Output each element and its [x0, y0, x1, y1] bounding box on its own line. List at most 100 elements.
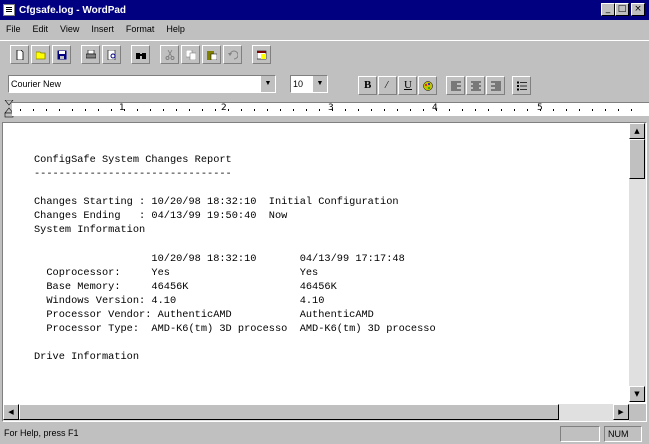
menu-format[interactable]: Format [120, 24, 161, 34]
date-time-button[interactable] [252, 45, 271, 64]
ruler-tick [605, 109, 606, 111]
paste-button[interactable] [202, 45, 221, 64]
scroll-right-button[interactable]: ▶ [613, 404, 629, 420]
ruler-tick [20, 109, 21, 111]
ruler-tick [33, 109, 34, 111]
bold-button[interactable]: B [358, 76, 377, 95]
ruler-tick [137, 109, 138, 111]
menu-edit[interactable]: Edit [27, 24, 55, 34]
standard-toolbar [0, 40, 649, 70]
window-title: Cfgsafe.log - WordPad [19, 4, 127, 16]
bold-icon: B [364, 79, 372, 91]
doc-line: ConfigSafe System Changes Report [34, 154, 232, 166]
ruler-tick [98, 109, 99, 111]
ruler-tick [202, 109, 203, 111]
underline-button[interactable]: U [398, 76, 417, 95]
wordpad-window: Cfgsafe.log - WordPad _ □ × File Edit Vi… [0, 0, 649, 444]
palette-icon [423, 81, 433, 91]
ruler-tick [384, 109, 385, 111]
minimize-button[interactable]: _ [601, 3, 615, 16]
bullets-button[interactable] [512, 76, 531, 95]
save-icon [57, 50, 67, 60]
font-name-value: Courier New [11, 79, 62, 89]
print-button[interactable] [81, 45, 100, 64]
document-page[interactable]: ConfigSafe System Changes Report -------… [3, 123, 629, 402]
ruler[interactable]: 1 2 3 4 5 [0, 98, 649, 120]
horizontal-scrollbar[interactable]: ◀ ▶ [3, 404, 629, 421]
paste-icon [207, 51, 217, 60]
document-area[interactable]: ConfigSafe System Changes Report -------… [2, 122, 647, 422]
scroll-down-button[interactable]: ▼ [629, 386, 645, 402]
align-center-icon [471, 81, 481, 91]
ruler-tick [72, 109, 73, 111]
ruler-tick [59, 109, 60, 111]
menu-insert[interactable]: Insert [85, 24, 120, 34]
doc-line: Windows Version: 4.10 4.10 [34, 294, 325, 307]
align-right-icon [491, 81, 501, 91]
doc-line: Processor Type: AMD-K6(tm) 3D processo A… [34, 323, 436, 336]
color-button[interactable] [418, 76, 437, 95]
menu-help[interactable]: Help [160, 24, 191, 34]
ruler-tick [111, 109, 112, 111]
find-button[interactable] [131, 45, 150, 64]
menu-view[interactable]: View [54, 24, 85, 34]
open-button[interactable] [31, 45, 50, 64]
document-text[interactable]: ConfigSafe System Changes Report -------… [3, 123, 629, 364]
font-size-select[interactable]: 10 ▼ [290, 75, 328, 93]
copy-button[interactable] [181, 45, 200, 64]
undo-button[interactable] [223, 45, 242, 64]
ruler-tick [488, 109, 489, 111]
ruler-tick [319, 109, 320, 111]
ruler-tick [449, 109, 450, 111]
title-bar[interactable]: Cfgsafe.log - WordPad _ □ × [0, 0, 649, 20]
new-button[interactable] [10, 45, 29, 64]
wordpad-app-icon[interactable] [3, 4, 15, 16]
chevron-down-icon[interactable]: ▼ [312, 76, 327, 92]
ruler-tick [423, 109, 424, 111]
chevron-down-icon[interactable]: ▼ [260, 76, 275, 92]
ruler-tick [371, 109, 372, 111]
menu-file[interactable]: File [0, 24, 27, 34]
doc-line: Changes Starting : 10/20/98 18:32:10 Ini… [34, 196, 399, 209]
align-right-button[interactable] [486, 76, 505, 95]
underline-icon: U [404, 79, 412, 91]
print-preview-button[interactable] [102, 45, 121, 64]
ruler-tick [85, 109, 86, 111]
ruler-mark-2: 2 [221, 103, 227, 113]
ruler-tick [332, 109, 333, 111]
ruler-mark-5: 5 [537, 103, 543, 113]
vertical-scrollbar[interactable]: ▲ ▼ [629, 123, 646, 402]
print-preview-icon [107, 50, 116, 60]
doc-line: Processor Vendor: AuthenticAMD Authentic… [34, 309, 374, 322]
ruler-tick [267, 109, 268, 111]
font-name-select[interactable]: Courier New ▼ [8, 75, 276, 93]
date-time-icon [257, 50, 267, 60]
find-icon [136, 53, 146, 59]
scroll-up-button[interactable]: ▲ [629, 123, 645, 139]
ruler-tick [553, 109, 554, 111]
cut-icon [165, 50, 175, 60]
doc-line: Coprocessor: Yes Yes [34, 266, 319, 279]
open-icon [36, 51, 46, 60]
ruler-tick [397, 109, 398, 111]
ruler-tick [501, 109, 502, 111]
align-left-button[interactable] [446, 76, 465, 95]
maximize-button[interactable]: □ [615, 3, 629, 16]
close-icon: × [634, 4, 642, 14]
close-button[interactable]: × [631, 3, 645, 16]
format-bar: Courier New ▼ 10 ▼ B / U [0, 72, 649, 98]
horizontal-scroll-thumb[interactable] [19, 404, 559, 420]
ruler-tick [358, 109, 359, 111]
ruler-tick [579, 109, 580, 111]
copy-icon [186, 50, 196, 60]
cut-button[interactable] [160, 45, 179, 64]
vertical-scroll-thumb[interactable] [629, 139, 645, 179]
font-size-value: 10 [293, 79, 304, 89]
scroll-left-button[interactable]: ◀ [3, 404, 19, 420]
save-button[interactable] [52, 45, 71, 64]
italic-button[interactable]: / [378, 76, 397, 95]
ruler-mark-1: 1 [119, 103, 125, 113]
ruler-tick [46, 109, 47, 111]
ruler-tick [254, 109, 255, 111]
align-center-button[interactable] [466, 76, 485, 95]
